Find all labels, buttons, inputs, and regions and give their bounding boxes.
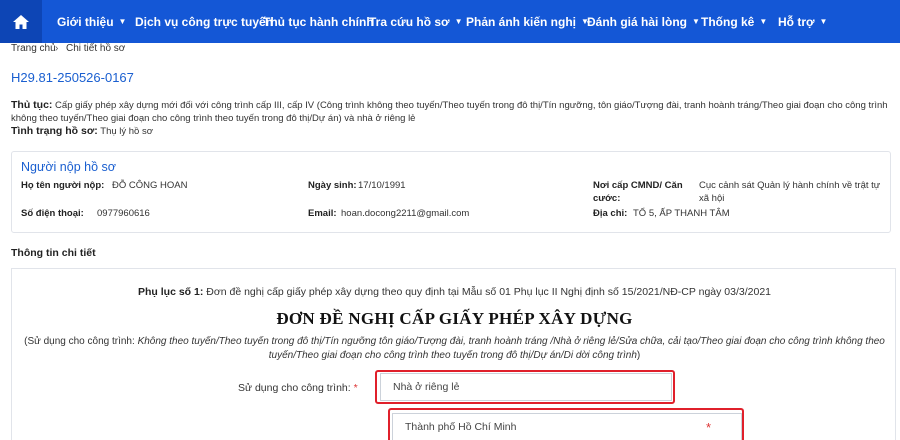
submitter-name-field: Họ tên người nộp: <box>21 179 104 192</box>
nav-thong-ke[interactable]: Thống kê ▼ <box>701 0 767 43</box>
email-field: Email: <box>308 207 337 220</box>
detail-section-title: Thông tin chi tiết <box>11 247 96 259</box>
form-usage-note: (Sử dụng cho công trình: Không theo tuyế… <box>12 335 897 363</box>
email-value: hoan.docong2211@gmail.com <box>341 208 470 219</box>
nav-phan-anh[interactable]: Phản ánh kiến nghị ▼ <box>466 0 589 43</box>
nav-danh-gia[interactable]: Đánh giá hài lòng ▼ <box>587 0 700 43</box>
procedure-label: Thủ tục: <box>11 99 53 111</box>
case-status: Tình trạng hồ sơ: Thụ lý hồ sơ <box>11 125 153 137</box>
address-value: TỔ 5, ẤP THANH TÂM <box>633 208 730 219</box>
dob-field: Ngày sinh: <box>308 179 357 192</box>
nav-gioi-thieu[interactable]: Giới thiệu ▼ <box>57 0 126 43</box>
application-form: Phụ lục số 1: Đơn đề nghị cấp giấy phép … <box>11 268 896 440</box>
issuer-field: Nơi cấp CMND/ Căn cước: <box>593 179 693 205</box>
note-suffix: ) <box>636 350 641 361</box>
nav-label: Tra cứu hồ sơ <box>369 14 450 29</box>
caret-down-icon: ▼ <box>118 17 127 26</box>
required-asterisk: * <box>353 382 358 394</box>
status-label: Tình trạng hồ sơ: <box>11 125 98 137</box>
usage-label: Sử dụng cho công trình: * <box>238 382 358 394</box>
submitter-title: Người nộp hồ sơ <box>21 160 116 174</box>
case-code: H29.81-250526-0167 <box>11 70 134 85</box>
procedure-value: Cấp giấy phép xây dựng mới đối với công … <box>11 100 888 124</box>
nav-label: Thống kê <box>701 14 755 29</box>
note-prefix: (Sử dụng cho công trình: <box>24 336 138 347</box>
phone-field: Số điện thoại: <box>21 207 84 220</box>
breadcrumb-separator: › <box>55 43 59 54</box>
caret-down-icon: ▼ <box>819 17 828 26</box>
top-nav: Giới thiệu ▼ Dịch vụ công trực tuyến Thủ … <box>0 0 900 43</box>
home-icon <box>13 14 29 29</box>
appendix-label: Phụ lục số 1: <box>137 286 204 298</box>
note-italic: Không theo tuyến/Theo tuyến trong đô thị… <box>137 336 885 361</box>
nav-label: Hỗ trợ <box>778 14 815 29</box>
highlight-box <box>375 370 675 404</box>
nav-thu-tuc[interactable]: Thủ tục hành chính <box>263 0 374 43</box>
field-label: Họ tên người nộp: <box>21 180 105 191</box>
home-button[interactable] <box>0 0 42 43</box>
nav-label: Thủ tục hành chính <box>263 14 374 29</box>
nav-label: Phản ánh kiến nghị <box>466 14 577 29</box>
field-label: Email: <box>308 208 337 219</box>
procedure-text: Thủ tục: Cấp giấy phép xây dựng mới đối … <box>11 99 891 125</box>
nav-tra-cuu[interactable]: Tra cứu hồ sơ ▼ <box>369 0 463 43</box>
field-label: Ngày sinh: <box>308 180 357 191</box>
submitter-name: ĐỖ CÔNG HOAN <box>112 180 188 191</box>
caret-down-icon: ▼ <box>759 17 768 26</box>
form-title: ĐƠN ĐỀ NGHỊ CẤP GIẤY PHÉP XÂY DỰNG <box>276 309 633 328</box>
field-label: Số điện thoại: <box>21 208 84 219</box>
nav-label: Đánh giá hài lòng <box>587 14 688 29</box>
nav-label: Giới thiệu <box>57 14 114 29</box>
issuer-value: Cục cảnh sát Quản lý hành chính về trật … <box>699 180 881 204</box>
nav-ho-tro[interactable]: Hỗ trợ ▼ <box>778 0 827 43</box>
usage-label-text: Sử dụng cho công trình: <box>238 382 351 394</box>
field-label: Nơi cấp CMND/ Căn cước: <box>593 180 683 204</box>
appendix-text: Đơn đề nghị cấp giấy phép xây dựng theo … <box>206 286 772 298</box>
highlight-box <box>388 408 744 440</box>
status-value: Thụ lý hồ sơ <box>100 126 153 137</box>
nav-label: Dịch vụ công trực tuyến <box>135 14 274 29</box>
address-field: Địa chỉ: <box>593 207 627 220</box>
nav-dich-vu-cong[interactable]: Dịch vụ công trực tuyến <box>135 0 273 43</box>
phone-value: 0977960616 <box>97 208 150 219</box>
caret-down-icon: ▼ <box>454 17 463 26</box>
submitter-card: Người nộp hồ sơ Họ tên người nộp: ĐỖ CÔN… <box>11 151 891 233</box>
breadcrumb-current: Chi tiết hồ sơ <box>66 43 126 54</box>
field-label: Địa chỉ: <box>593 208 628 219</box>
appendix-line: Phụ lục số 1: Đơn đề nghị cấp giấy phép … <box>12 286 897 298</box>
caret-down-icon: ▼ <box>692 17 700 26</box>
dob-value: 17/10/1991 <box>358 180 406 191</box>
